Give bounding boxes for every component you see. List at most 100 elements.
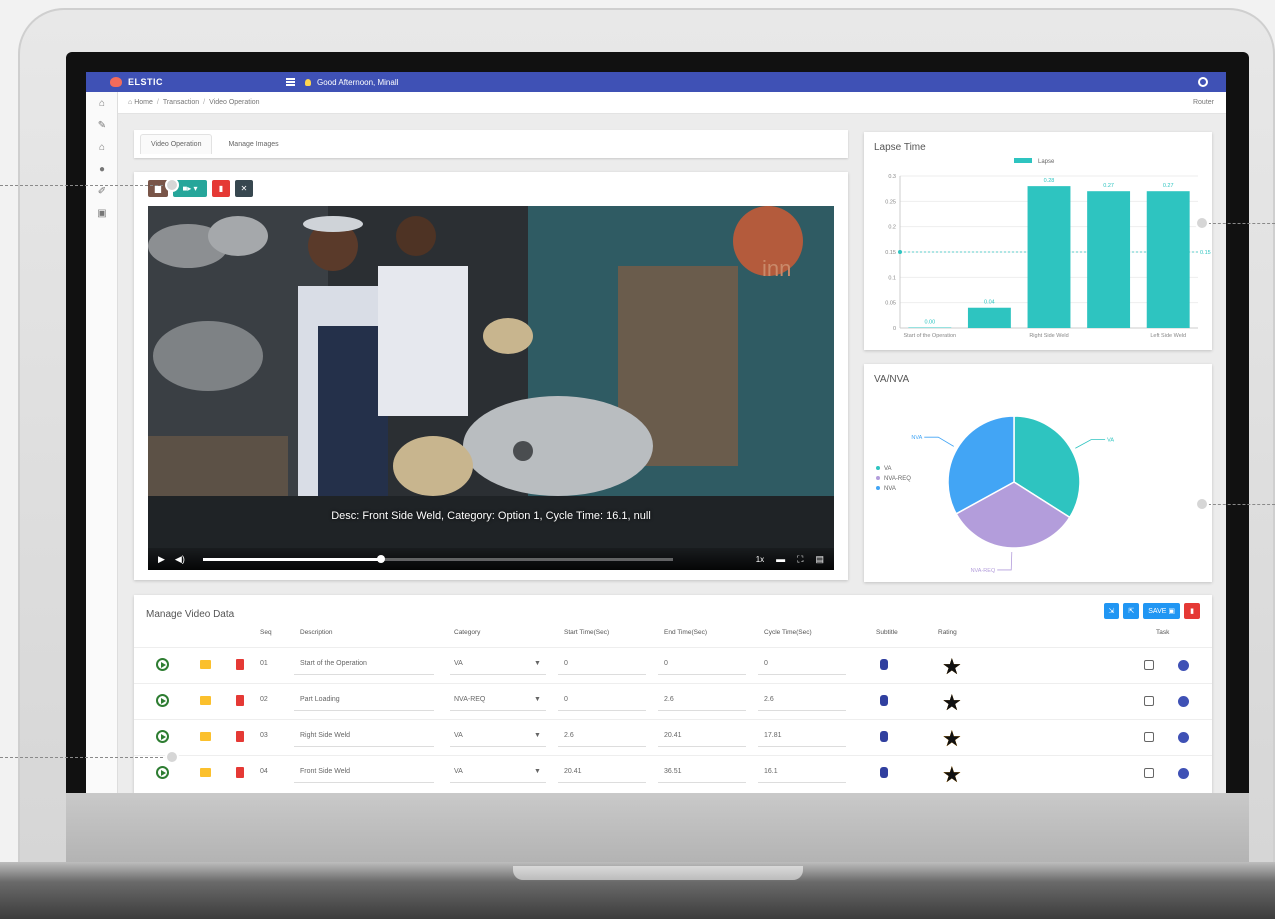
settings-icon[interactable] — [1198, 77, 1208, 87]
dropdown-arrow-icon[interactable]: ▼ — [534, 660, 541, 667]
play-icon[interactable]: ▶ — [158, 554, 165, 565]
edit-segment-icon[interactable] — [200, 768, 211, 777]
tab-manage-images[interactable]: Manage Images — [218, 135, 288, 154]
video-controls-right: 1x ▬ ⛶ ▤ — [756, 554, 824, 565]
breadcrumb-separator: / — [203, 99, 206, 106]
report-icon[interactable]: ▣ — [86, 202, 118, 224]
home-icon[interactable]: ⌂ — [86, 92, 118, 114]
brand-name: ELSTIC — [128, 77, 164, 87]
end-time-input[interactable]: 0 — [664, 660, 668, 667]
subtitle-icon[interactable] — [880, 695, 888, 706]
category-select[interactable]: NVA-REQ — [454, 696, 485, 703]
trash-icon: ▮ — [1190, 608, 1194, 615]
brand-logo[interactable]: ELSTIC — [86, 77, 286, 87]
edit-segment-icon[interactable] — [200, 660, 211, 669]
rating-star-icon[interactable]: ★ — [942, 654, 963, 680]
description-input[interactable]: Start of the Operation — [300, 660, 367, 667]
input-underline — [558, 782, 646, 783]
user-label[interactable]: Router — [1193, 99, 1214, 106]
fullscreen-icon[interactable]: ⛶ — [797, 554, 803, 565]
video-progress-bar[interactable] — [202, 554, 673, 563]
pen-icon[interactable]: ✐ — [86, 180, 118, 202]
play-segment-icon[interactable] — [156, 766, 169, 779]
breadcrumb-home[interactable]: Home — [134, 99, 153, 106]
dropdown-arrow-icon[interactable]: ▼ — [534, 696, 541, 703]
save-button[interactable]: SAVE ▣ — [1143, 603, 1180, 619]
delete-video-button[interactable]: ▮ — [212, 180, 230, 197]
delete-all-button[interactable]: ▮ — [1184, 603, 1200, 619]
breadcrumb: ⌂ Home / Transaction / Video Operation R… — [118, 92, 1226, 114]
info-icon[interactable] — [1178, 732, 1189, 743]
col-subtitle: Subtitle — [876, 629, 898, 636]
start-time-input[interactable]: 0 — [564, 660, 568, 667]
bar-data-label: 0.27 — [1163, 183, 1174, 189]
category-select[interactable]: VA — [454, 732, 463, 739]
subtitles-icon[interactable]: ▬ — [776, 554, 785, 564]
info-icon[interactable] — [1178, 768, 1189, 779]
legend-label: NVA — [884, 486, 896, 492]
start-time-input[interactable]: 0 — [564, 696, 568, 703]
delete-row-icon[interactable] — [236, 731, 244, 742]
menu-icon[interactable] — [286, 78, 295, 86]
task-icon[interactable] — [1144, 768, 1154, 778]
task-icon[interactable] — [1144, 732, 1154, 742]
edit-segment-icon[interactable] — [200, 732, 211, 741]
description-input[interactable]: Front Side Weld — [300, 768, 350, 775]
col-start-time: Start Time(Sec) — [564, 629, 610, 636]
end-time-input[interactable]: 36.51 — [664, 768, 682, 775]
close-video-button[interactable]: ✕ — [235, 180, 253, 197]
description-input[interactable]: Right Side Weld — [300, 732, 350, 739]
category-select[interactable]: VA — [454, 768, 463, 775]
description-input[interactable]: Part Loading — [300, 696, 340, 703]
playback-speed[interactable]: 1x — [756, 555, 764, 564]
dropdown-arrow-icon[interactable]: ▼ — [534, 732, 541, 739]
input-underline — [450, 674, 546, 675]
delete-row-icon[interactable] — [236, 767, 244, 778]
y-tick-label: 0.3 — [888, 174, 896, 180]
input-underline — [758, 674, 846, 675]
tab-video-operation[interactable]: Video Operation — [140, 134, 213, 154]
start-time-input[interactable]: 2.6 — [564, 732, 574, 739]
input-underline — [758, 782, 846, 783]
info-icon[interactable] — [1178, 696, 1189, 707]
volume-icon[interactable]: ◀) — [175, 554, 185, 565]
building-icon[interactable]: ⌂ — [86, 136, 118, 158]
delete-row-icon[interactable] — [236, 659, 244, 670]
caption-icon[interactable]: ▤ — [815, 554, 824, 565]
export-button[interactable]: ⇲ — [1103, 603, 1120, 619]
slice-label: NVA-REQ — [971, 568, 996, 574]
tools-icon[interactable]: ✎ — [86, 114, 118, 136]
subtitle-icon[interactable] — [880, 731, 888, 742]
play-segment-icon[interactable] — [156, 730, 169, 743]
breadcrumb-transaction[interactable]: Transaction — [163, 99, 199, 106]
table-actions: ⇲ ⇱ SAVE ▣ ▮ — [1103, 603, 1200, 619]
input-underline — [558, 710, 646, 711]
task-icon[interactable] — [1144, 660, 1154, 670]
info-icon[interactable] — [1178, 660, 1189, 671]
end-time-input[interactable]: 20.41 — [664, 732, 682, 739]
play-segment-icon[interactable] — [156, 694, 169, 707]
dropdown-arrow-icon[interactable]: ▼ — [534, 768, 541, 775]
import-button[interactable]: ⇱ — [1123, 603, 1140, 619]
play-segment-icon[interactable] — [156, 658, 169, 671]
input-underline — [294, 710, 434, 711]
subtitle-icon[interactable] — [880, 659, 888, 670]
video-progress-knob[interactable] — [377, 554, 386, 563]
slice-leader-line — [1075, 439, 1106, 449]
delete-row-icon[interactable] — [236, 695, 244, 706]
callout-dot — [1195, 497, 1209, 511]
rating-star-icon[interactable]: ★ — [942, 726, 963, 752]
subtitle-icon[interactable] — [880, 767, 888, 778]
edit-segment-icon[interactable] — [200, 696, 211, 705]
video-player[interactable]: inn Desc: Front Side Weld, Category: Opt… — [148, 206, 834, 570]
end-time-input[interactable]: 2.6 — [664, 696, 674, 703]
table-row: 01 Start of the Operation VA ▼ 0 0 0 ★ ★ ★ ★ ★ — [134, 647, 1212, 681]
task-icon[interactable] — [1144, 696, 1154, 706]
rating-star-icon[interactable]: ★ — [942, 690, 963, 716]
slice-label: NVA — [911, 435, 922, 441]
circle-icon[interactable]: ● — [86, 158, 118, 180]
start-time-input[interactable]: 20.41 — [564, 768, 582, 775]
rating-star-icon[interactable]: ★ — [942, 762, 963, 788]
video-panel: ▆ ■▸ ▾ ▮ ✕ inn Desc: Front Side Weld, Ca… — [134, 172, 848, 580]
category-select[interactable]: VA — [454, 660, 463, 667]
